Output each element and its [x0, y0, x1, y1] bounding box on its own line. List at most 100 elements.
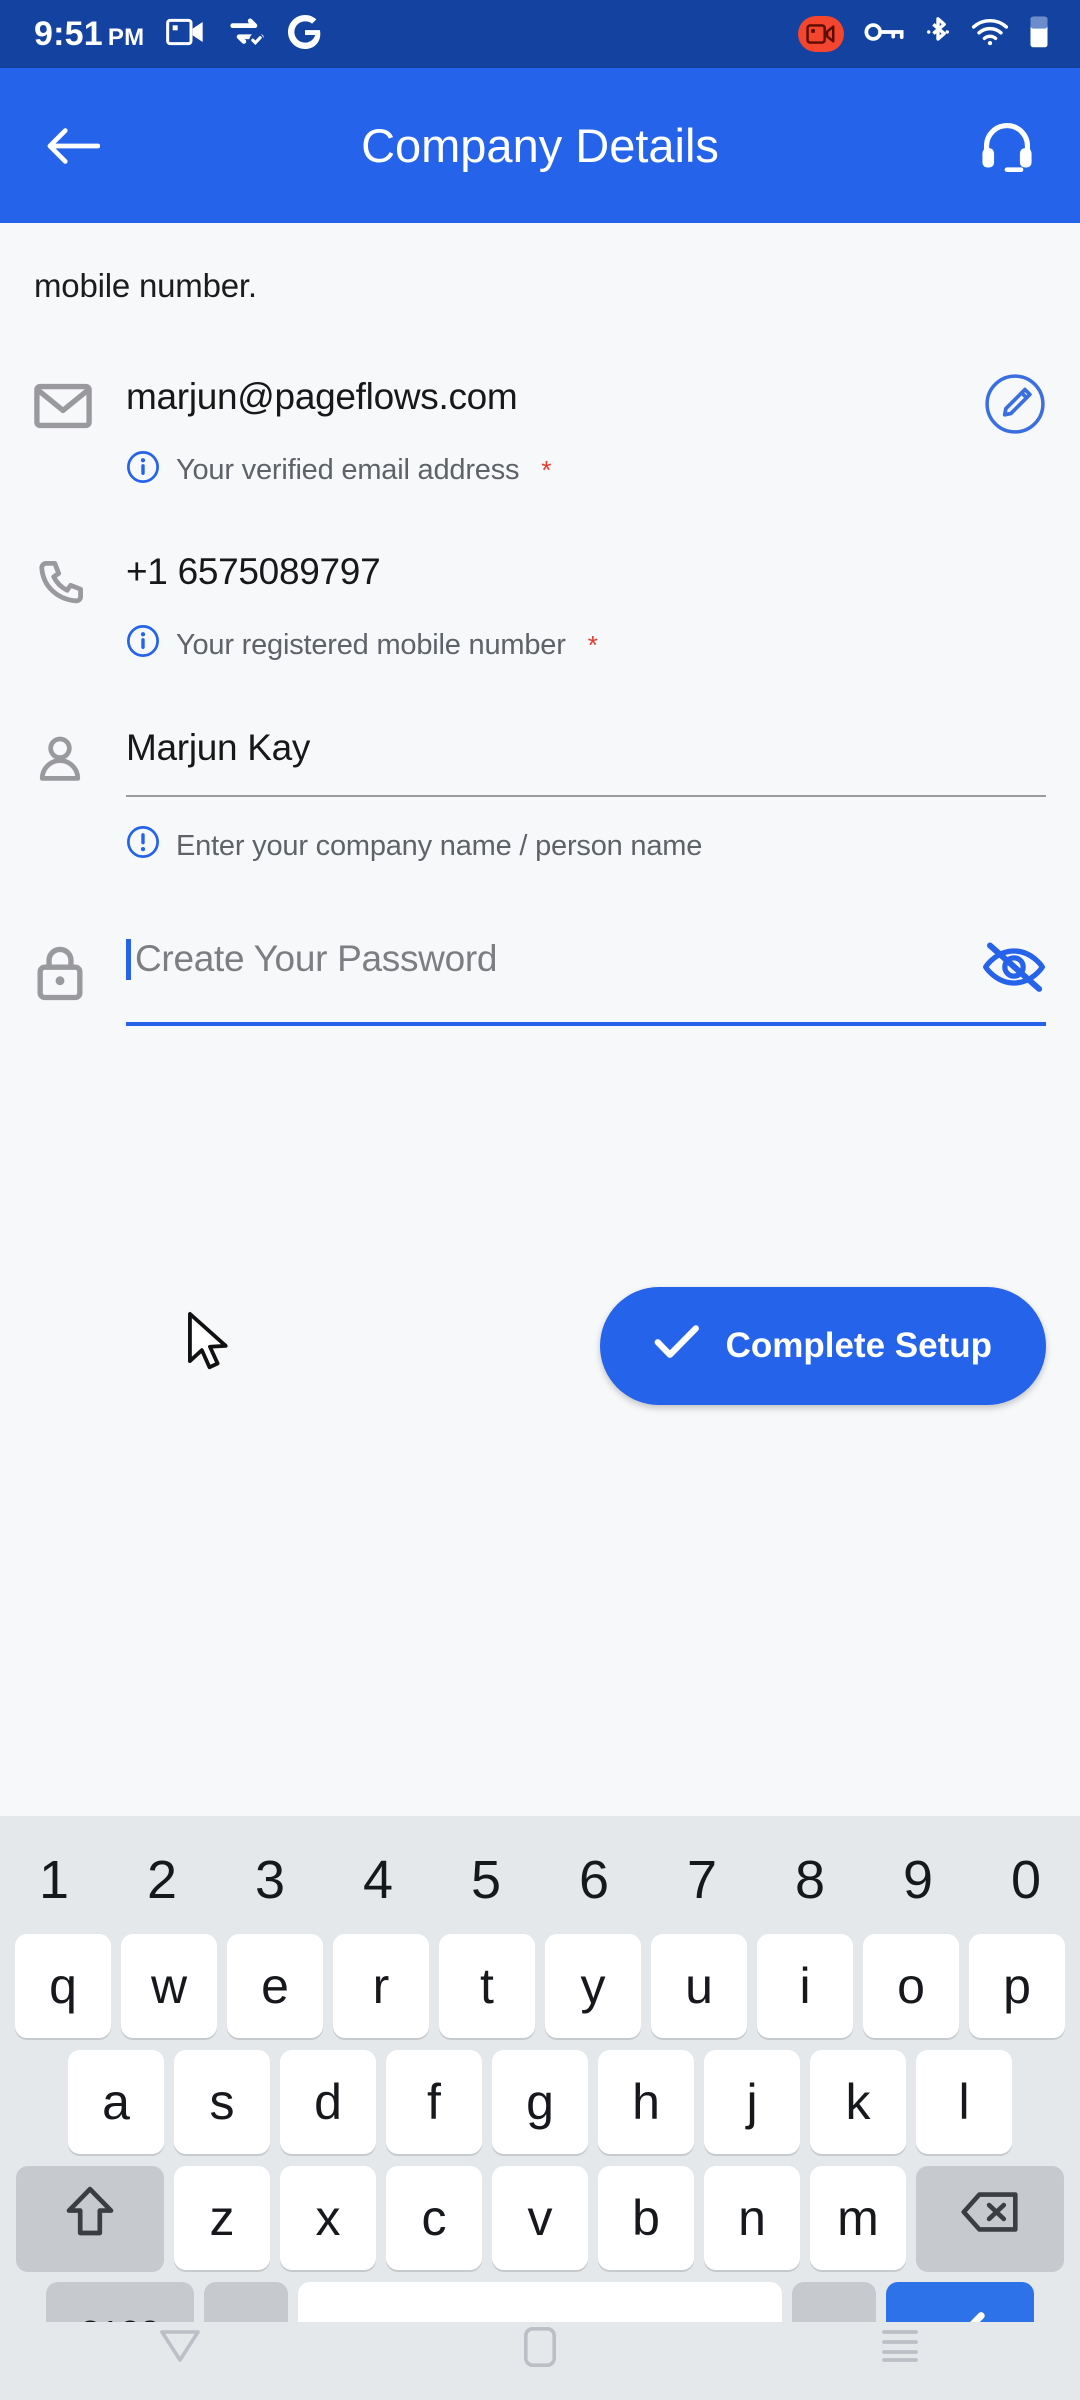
key-6[interactable]: 6 — [540, 1849, 648, 1911]
phone-required-marker: * — [587, 629, 598, 660]
key-5[interactable]: 5 — [432, 1849, 540, 1911]
form-content: mobile number. marjun@pageflows.com Your… — [0, 223, 1080, 1223]
status-bar-left: 9:51 PM — [34, 14, 322, 54]
edit-email-button[interactable] — [984, 373, 1046, 435]
warning-circle-icon — [126, 825, 160, 867]
person-icon — [34, 728, 126, 786]
field-company-name[interactable]: Marjun Kay Enter your company name / per… — [34, 728, 1046, 867]
company-name-helper-text: Enter your company name / person name — [176, 829, 703, 862]
key-4[interactable]: 4 — [324, 1849, 432, 1911]
key-k[interactable]: k — [810, 2050, 906, 2154]
company-name-value[interactable]: Marjun Kay — [126, 728, 1046, 769]
shift-key[interactable] — [16, 2166, 164, 2270]
wifi-icon — [971, 18, 1009, 51]
key-y[interactable]: y — [545, 1934, 641, 2038]
page-title: Company Details — [361, 119, 719, 172]
key-r[interactable]: r — [333, 1934, 429, 2038]
screen-recording-active-icon — [798, 16, 844, 52]
toggle-password-visibility-button[interactable] — [982, 941, 1046, 993]
key-m[interactable]: m — [810, 2166, 906, 2270]
key-d[interactable]: d — [280, 2050, 376, 2154]
keyboard-row-numbers: 1 2 3 4 5 6 7 8 9 0 — [0, 1832, 1080, 1928]
envelope-icon — [34, 377, 126, 429]
complete-setup-button[interactable]: Complete Setup — [599, 1287, 1046, 1405]
screen-record-icon — [166, 17, 206, 52]
nav-back-button[interactable] — [120, 2326, 240, 2371]
info-circle-icon — [126, 624, 160, 666]
phone-helper: Your registered mobile number * — [126, 624, 1046, 666]
key-x[interactable]: x — [280, 2166, 376, 2270]
key-i[interactable]: i — [757, 1934, 853, 2038]
key-a[interactable]: a — [68, 2050, 164, 2154]
key-q[interactable]: q — [15, 1934, 111, 2038]
key-t[interactable]: t — [439, 1934, 535, 2038]
navigation-bar — [0, 2322, 1080, 2400]
key-n[interactable]: n — [704, 2166, 800, 2270]
nav-recents-button[interactable] — [840, 2326, 960, 2369]
key-c[interactable]: c — [386, 2166, 482, 2270]
key-f[interactable]: f — [386, 2050, 482, 2154]
key-j[interactable]: j — [704, 2050, 800, 2154]
google-icon — [288, 14, 322, 54]
key-b[interactable]: b — [598, 2166, 694, 2270]
status-bar: 9:51 PM — [0, 0, 1080, 68]
lock-icon — [34, 939, 126, 1001]
password-input[interactable]: Create Your Password — [126, 938, 1046, 980]
back-button[interactable] — [34, 107, 112, 185]
keyboard: 1 2 3 4 5 6 7 8 9 0 q w e r t y u i o p … — [0, 1816, 1080, 2400]
key-3[interactable]: 3 — [216, 1849, 324, 1911]
email-value[interactable]: marjun@pageflows.com — [126, 376, 1046, 418]
nav-back-triangle-icon — [158, 2326, 202, 2371]
keyboard-row-3: z x c v b n m — [0, 2166, 1080, 2270]
email-required-marker: * — [541, 455, 552, 486]
shift-arrow-icon — [64, 2184, 116, 2252]
key-v[interactable]: v — [492, 2166, 588, 2270]
key-u[interactable]: u — [651, 1934, 747, 2038]
mouse-cursor — [185, 1311, 233, 1378]
company-name-underline — [126, 795, 1046, 798]
key-z[interactable]: z — [174, 2166, 270, 2270]
status-time: 9:51 — [34, 14, 103, 53]
field-phone[interactable]: +1 6575089797 Your registered mobile num… — [34, 551, 1046, 667]
backspace-icon — [960, 2189, 1020, 2247]
key-1[interactable]: 1 — [0, 1849, 108, 1911]
key-e[interactable]: e — [227, 1934, 323, 2038]
company-name-helper: Enter your company name / person name — [126, 825, 1046, 867]
status-clock: 9:51 PM — [34, 15, 144, 54]
key-g[interactable]: g — [492, 2050, 588, 2154]
complete-setup-label: Complete Setup — [725, 1326, 992, 1365]
key-9[interactable]: 9 — [864, 1849, 972, 1911]
key-w[interactable]: w — [121, 1934, 217, 2038]
nav-home-icon — [523, 2326, 557, 2373]
vpn-key-icon — [864, 20, 904, 49]
keyboard-row-1: q w e r t y u i o p — [0, 1934, 1080, 2038]
key-7[interactable]: 7 — [648, 1849, 756, 1911]
key-2[interactable]: 2 — [108, 1849, 216, 1911]
field-email-body: marjun@pageflows.com Your verified email… — [126, 376, 1046, 492]
app-bar: Company Details — [0, 68, 1080, 223]
phone-helper-text: Your registered mobile number — [176, 628, 566, 661]
phone-value[interactable]: +1 6575089797 — [126, 551, 1046, 593]
key-8[interactable]: 8 — [756, 1849, 864, 1911]
key-l[interactable]: l — [916, 2050, 1012, 2154]
password-underline — [126, 1021, 1046, 1026]
keyboard-row-2: a s d f g h j k l — [0, 2050, 1080, 2154]
key-0[interactable]: 0 — [972, 1849, 1080, 1911]
field-password[interactable]: Create Your Password — [34, 938, 1046, 1026]
status-ampm: PM — [107, 23, 145, 51]
password-placeholder-text: Create Your Password — [135, 938, 498, 980]
vpn-sync-icon — [228, 16, 266, 53]
key-s[interactable]: s — [174, 2050, 270, 2154]
support-headset-button[interactable] — [968, 107, 1046, 185]
field-password-body: Create Your Password — [126, 938, 1046, 1026]
nav-recents-icon — [878, 2326, 922, 2369]
field-phone-body: +1 6575089797 Your registered mobile num… — [126, 551, 1046, 667]
field-email[interactable]: marjun@pageflows.com Your verified email… — [34, 374, 1046, 492]
key-o[interactable]: o — [863, 1934, 959, 2038]
status-bar-right — [798, 15, 1050, 54]
key-p[interactable]: p — [969, 1934, 1065, 2038]
nav-home-button[interactable] — [480, 2326, 600, 2373]
key-h[interactable]: h — [598, 2050, 694, 2154]
phone-icon — [34, 552, 126, 610]
backspace-key[interactable] — [916, 2166, 1064, 2270]
